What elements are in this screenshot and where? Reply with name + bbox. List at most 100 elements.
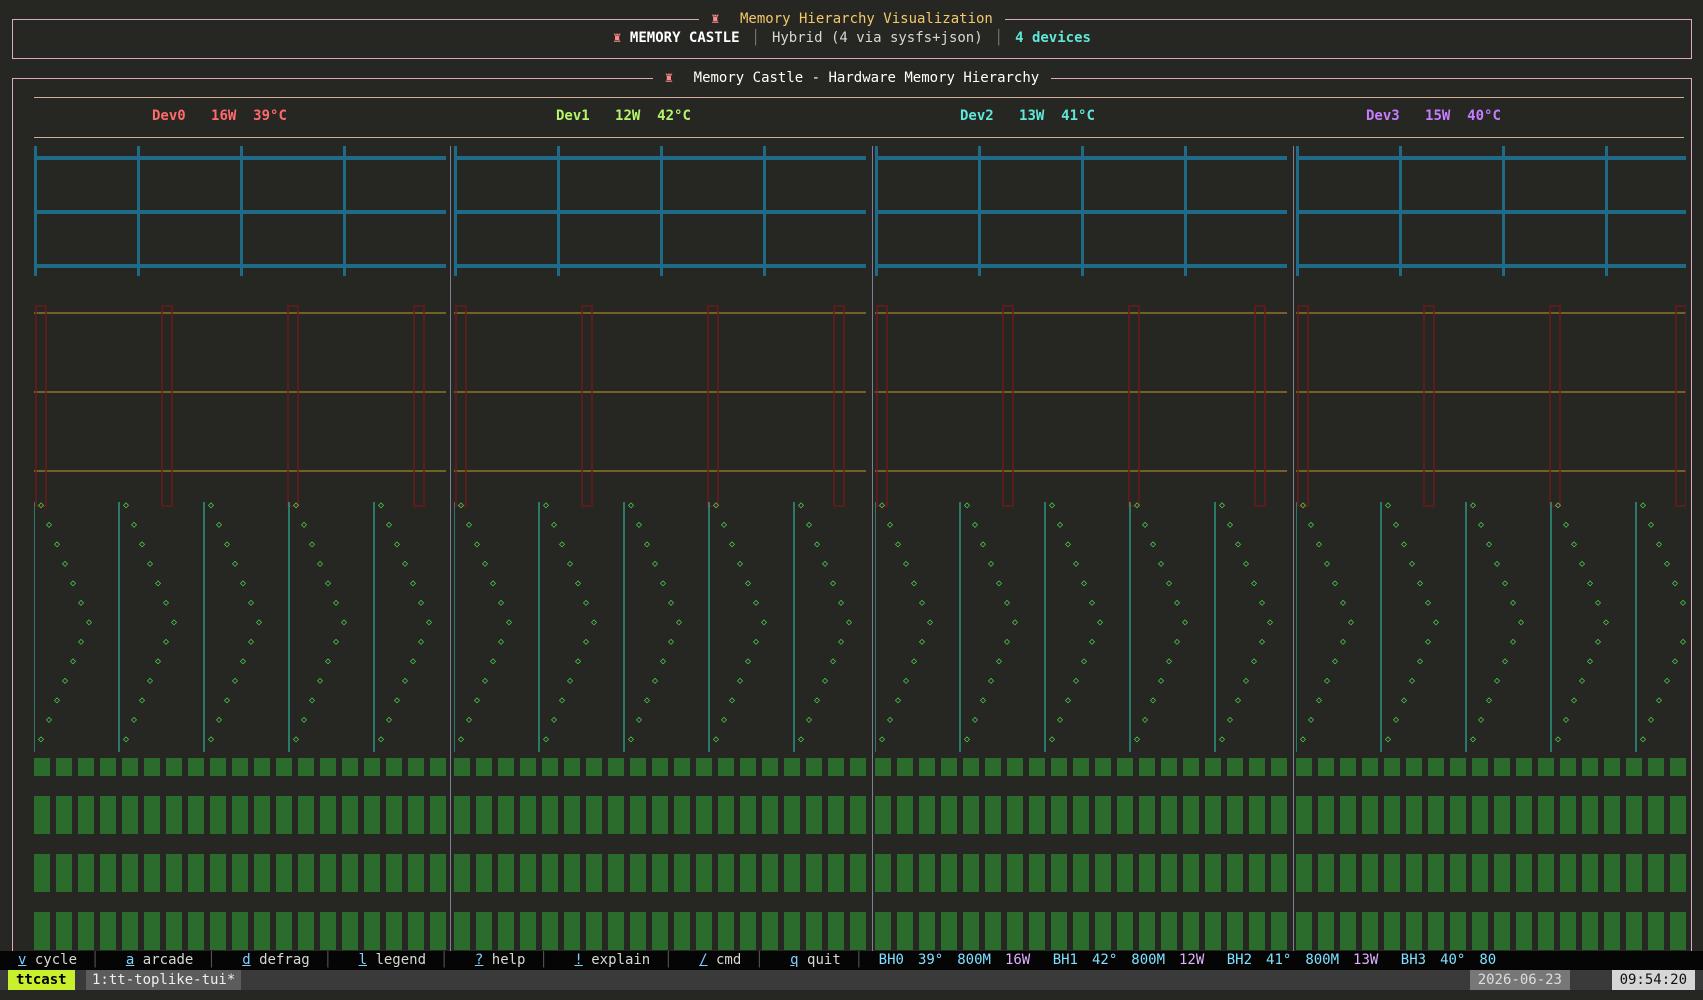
- diamond-mark: ◇: [591, 617, 597, 628]
- diamond-mark: ◇: [729, 539, 735, 550]
- diamond-mark: ◇: [86, 617, 92, 628]
- app-name: MEMORY CASTLE: [629, 30, 740, 46]
- dram-block: [897, 854, 913, 892]
- diamond-mark: ◇: [1081, 578, 1087, 589]
- diamond-mark: ◇: [1049, 734, 1055, 745]
- diamond-mark: ◇: [123, 734, 129, 745]
- diamond-mark: ◇: [980, 695, 986, 706]
- dram-block: [1560, 796, 1576, 834]
- dram-block: [1161, 854, 1177, 892]
- dram-block: [166, 912, 182, 950]
- diamond-mark: ◇: [1324, 559, 1330, 570]
- dram-block: [1318, 854, 1334, 892]
- dram-block: [696, 854, 712, 892]
- cache-bank: [413, 305, 425, 507]
- device-column-2: ◇ ◇ ◇ ◇ ◇ ◇ ◇ ◇ ◇ ◇ ◇ ◇ ◇ ◇ ◇ ◇ ◇ ◇ ◇ ◇ ◇ ◇ ◇ ◇ ◇ ◇ ◇ ◇ ◇ ◇ ◇ ◇ ◇ ◇ ◇ ◇ ◇ ◇ ◇ ◇…: [875, 146, 1287, 952]
- dram-block: [1227, 796, 1243, 834]
- shortcut-quit[interactable]: q quit: [772, 952, 855, 968]
- dram-block: [100, 912, 116, 950]
- dram-block: [608, 758, 624, 776]
- dram-block: [608, 912, 624, 950]
- shortcut-arcade[interactable]: a arcade: [108, 952, 207, 968]
- dram-block: [430, 912, 446, 950]
- cache-bank: [581, 305, 593, 507]
- dram-block: [364, 758, 380, 776]
- dram-block: [56, 758, 72, 776]
- dram-block: [897, 912, 913, 950]
- dram-block: [232, 758, 248, 776]
- dram-block: [630, 854, 646, 892]
- diamond-mark: ◇: [1579, 559, 1585, 570]
- diamond-mark: ◇: [490, 578, 496, 589]
- diamond-mark: ◇: [660, 578, 666, 589]
- dram-block: [1029, 758, 1045, 776]
- diamond-mark: ◇: [551, 715, 557, 726]
- diamond-mark: ◇: [721, 520, 727, 531]
- diamond-mark: ◇: [378, 734, 384, 745]
- diamond-mark: ◇: [575, 578, 581, 589]
- shortcut-cmd[interactable]: / cmd: [681, 952, 755, 968]
- column-separator: [450, 146, 451, 952]
- shortcut-legend[interactable]: l legend: [341, 952, 440, 968]
- memory-visualization: ◇◇◇◇◇◇◇◇◇◇◇◇◇◇◇◇◇◇◇◇◇◇◇◇◇◇◇◇◇◇◇◇◇◇◇◇◇◇◇◇…: [454, 146, 866, 950]
- shortcut-defrag[interactable]: d defrag: [224, 952, 323, 968]
- dram-block: [963, 796, 979, 834]
- diamond-mark: ◇: [822, 676, 828, 687]
- dram-block: [78, 758, 94, 776]
- diamond-mark: ◇: [1150, 539, 1156, 550]
- dram-block: [1406, 854, 1422, 892]
- diamond-mark: ◇: [879, 734, 885, 745]
- dram-block: [1318, 912, 1334, 950]
- dram-block: [342, 796, 358, 834]
- dram-block: [985, 912, 1001, 950]
- dram-block: [652, 854, 668, 892]
- diamond-mark: ◇: [1300, 734, 1306, 745]
- dram-block: [56, 854, 72, 892]
- tmux-window-tab[interactable]: 1:tt-toplike-tui*: [86, 970, 242, 990]
- dram-block: [498, 796, 514, 834]
- device-column-1: ◇ ◇ ◇ ◇ ◇ ◇ ◇ ◇ ◇ ◇ ◇ ◇ ◇ ◇ ◇ ◇ ◇ ◇ ◇ ◇ ◇ ◇ ◇ ◇ ◇ ◇ ◇ ◇ ◇ ◇ ◇ ◇ ◇ ◇ ◇ ◇ ◇ ◇ ◇ ◇…: [454, 146, 866, 952]
- diamond-mark: ◇: [1417, 656, 1423, 667]
- tmux-session[interactable]: ttcast: [8, 970, 75, 990]
- diamond-mark: ◇: [1494, 676, 1500, 687]
- device-header-3: Dev3 15W 40°C: [1366, 108, 1501, 124]
- diamond-mark: ◇: [474, 539, 480, 550]
- dram-block: [762, 854, 778, 892]
- dram-block: [1472, 796, 1488, 834]
- diamond-mark: ◇: [668, 598, 674, 609]
- dram-block: [564, 758, 580, 776]
- dram-block: [1472, 854, 1488, 892]
- dram-block: [342, 758, 358, 776]
- sram-column: [343, 146, 346, 276]
- dram-block: [342, 854, 358, 892]
- sram-row: [1296, 210, 1686, 214]
- diamond-mark: ◇: [490, 656, 496, 667]
- shortcut-help[interactable]: ? help: [457, 952, 540, 968]
- diamond-mark: ◇: [543, 500, 549, 511]
- dram-block: [1670, 758, 1686, 776]
- device-header-1: Dev1 12W 42°C: [556, 108, 691, 124]
- diamond-mark: ◇: [1579, 676, 1585, 687]
- dram-block: [1205, 758, 1221, 776]
- dram-block: [1626, 854, 1642, 892]
- diamond-mark: ◇: [1097, 617, 1103, 628]
- diamond-mark: ◇: [798, 500, 804, 511]
- dram-block: [166, 758, 182, 776]
- diamond-mark: ◇: [1348, 617, 1354, 628]
- diamond-mark: ◇: [1182, 617, 1188, 628]
- dram-block: [1318, 796, 1334, 834]
- cache-bank: [1254, 305, 1266, 507]
- shortcut-cycle[interactable]: v cycle: [0, 952, 91, 968]
- diamond-mark: ◇: [1417, 578, 1423, 589]
- shortcut-explain[interactable]: ! explain: [556, 952, 664, 968]
- diamond-mark: ◇: [652, 559, 658, 570]
- dram-block: [806, 854, 822, 892]
- dram-block: [875, 758, 891, 776]
- header-panel: ♜ Memory Hierarchy Visualization ♜ MEMOR…: [12, 11, 1692, 59]
- dram-block: [919, 796, 935, 834]
- dram-block: [718, 912, 734, 950]
- dram-block: [1051, 854, 1067, 892]
- diamond-mark: ◇: [551, 520, 557, 531]
- dram-block: [342, 912, 358, 950]
- diamond-mark: ◇: [668, 637, 674, 648]
